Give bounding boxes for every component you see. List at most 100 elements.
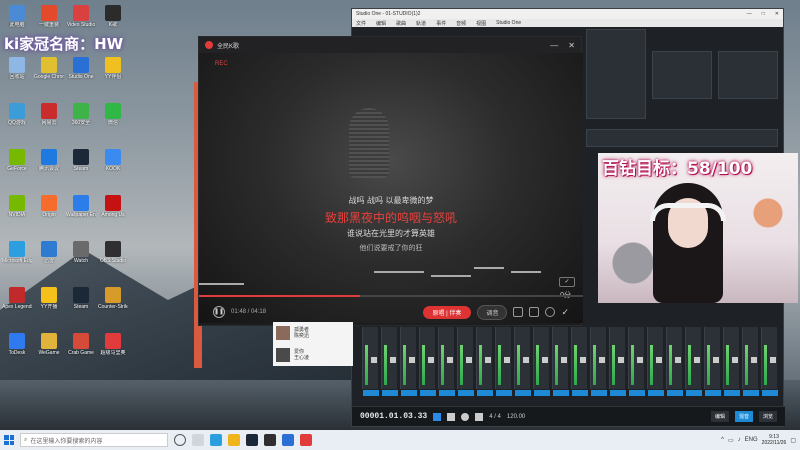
close-button[interactable]: ✕ [775, 11, 779, 17]
desktop-icon[interactable]: Google Chrome [34, 54, 64, 92]
fader-handle[interactable] [447, 357, 453, 363]
desktop-icon[interactable]: Crab Game [66, 330, 96, 368]
menu-item[interactable]: 音频 [456, 20, 466, 27]
fader-handle[interactable] [732, 357, 738, 363]
taskbar-search[interactable]: ⌕ 在这里输入你要搜索的内容 [20, 433, 168, 447]
fader-handle[interactable] [542, 357, 548, 363]
mixer-channel[interactable] [419, 327, 436, 396]
mixer-channel[interactable] [495, 327, 512, 396]
minimize-button[interactable]: — [747, 11, 752, 17]
mixer-channel[interactable] [381, 327, 398, 396]
desktop-icon[interactable]: QQ游戏 [2, 100, 32, 138]
tempo-value[interactable]: 120.00 [507, 414, 525, 420]
desktop-icon[interactable]: Steam [66, 284, 96, 322]
stop-button[interactable] [433, 412, 442, 421]
mix-fx-panel-2[interactable] [718, 51, 778, 99]
tab-mix[interactable]: 混音 [734, 411, 753, 422]
obs-icon[interactable] [264, 434, 276, 446]
desktop-icon[interactable]: 腾讯会议 [34, 146, 64, 184]
menu-item[interactable]: Studio One [496, 20, 521, 26]
tab-edit[interactable]: 编辑 [710, 411, 729, 422]
desktop-icon[interactable]: 360安全 [66, 100, 96, 138]
network-icon[interactable]: ▭ [728, 437, 734, 444]
mixer-channel[interactable] [552, 327, 569, 396]
fader-handle[interactable] [618, 357, 624, 363]
mixer-channel[interactable] [609, 327, 626, 396]
menu-item[interactable]: 轨道 [416, 20, 426, 27]
windows-start-icon[interactable] [4, 435, 14, 445]
fader-handle[interactable] [770, 357, 776, 363]
volume-icon[interactable]: ♪ [738, 437, 741, 443]
mixer-channel[interactable] [685, 327, 702, 396]
mixer-channel[interactable] [476, 327, 493, 396]
fader-handle[interactable] [504, 357, 510, 363]
menu-item[interactable]: 编辑 [376, 20, 386, 27]
mixer-channel[interactable] [362, 327, 379, 396]
fader-handle[interactable] [637, 357, 643, 363]
karaoke-titlebar[interactable]: 全民K歌 — ✕ [199, 37, 581, 53]
studio-one-icon[interactable] [282, 434, 294, 446]
steam-icon[interactable] [246, 434, 258, 446]
fader-handle[interactable] [656, 357, 662, 363]
play-button[interactable] [447, 412, 456, 421]
desktop-icon[interactable]: NVIDIA [2, 192, 32, 230]
language-indicator[interactable]: ENG [745, 437, 758, 443]
mixer-channel[interactable] [704, 327, 721, 396]
clock[interactable]: 9:13 2022/11/26 [762, 434, 787, 446]
desktop-icon[interactable]: Watch [66, 238, 96, 276]
check-icon[interactable]: ✓ [561, 307, 569, 318]
desktop-icon[interactable]: Studio One [66, 54, 96, 92]
task-view-icon[interactable] [192, 434, 204, 446]
menu-item[interactable]: 视图 [476, 20, 486, 27]
track-list-panel[interactable] [586, 29, 646, 119]
desktop-icon[interactable]: ToDesk [2, 330, 32, 368]
desktop-icon[interactable]: GeForce [2, 146, 32, 184]
desktop-icon[interactable]: Microsoft Edge [2, 238, 32, 276]
chevron-up-icon[interactable]: ^ [721, 437, 724, 443]
mixer-channel[interactable] [590, 327, 607, 396]
pause-button[interactable]: ❚❚ [213, 306, 225, 318]
song-progress-bar[interactable] [199, 295, 583, 297]
mixer-channel[interactable] [761, 327, 778, 396]
desktop-icon[interactable]: Wallpaper Engine [66, 192, 96, 230]
mixer-channel[interactable] [742, 327, 759, 396]
desktop-icon[interactable]: 超级马里奥 [98, 330, 128, 368]
menu-item[interactable]: 文件 [356, 20, 366, 27]
desktop-icon[interactable]: Steam [66, 146, 96, 184]
tab-browse[interactable]: 浏览 [758, 411, 777, 422]
desktop-icon[interactable]: 微信 [98, 100, 128, 138]
mixer-channel[interactable] [438, 327, 455, 396]
karaoke-icon[interactable] [300, 434, 312, 446]
desktop-icon[interactable]: 迅雷 [34, 238, 64, 276]
adjust-button[interactable]: 调音 [477, 304, 508, 320]
menu-item[interactable]: 歌曲 [396, 20, 406, 27]
desktop-icon[interactable]: WeGame [34, 330, 64, 368]
fader-handle[interactable] [485, 357, 491, 363]
edge-icon[interactable] [210, 434, 222, 446]
fader-handle[interactable] [523, 357, 529, 363]
list-item[interactable]: 爱你 王心凌 [273, 344, 353, 366]
close-button[interactable]: ✕ [568, 41, 575, 50]
mixer-channel[interactable] [628, 327, 645, 396]
fader-handle[interactable] [466, 357, 472, 363]
effect-icon[interactable] [513, 307, 524, 317]
menu-item[interactable]: 事件 [436, 20, 446, 27]
fader-handle[interactable] [428, 357, 434, 363]
equalizer-icon[interactable] [529, 307, 540, 317]
mixer-channel[interactable] [514, 327, 531, 396]
fader-handle[interactable] [580, 357, 586, 363]
mixer-channel[interactable] [400, 327, 417, 396]
desktop-icon[interactable]: Among Us [98, 192, 128, 230]
desktop-icon[interactable]: OBS Studio [98, 238, 128, 276]
mixer-channel[interactable] [571, 327, 588, 396]
record-button[interactable] [461, 412, 470, 421]
loop-icon[interactable] [545, 307, 556, 317]
fader-handle[interactable] [409, 357, 415, 363]
studio-titlebar[interactable]: Studio One - 01-STUDIO(1)2 — □ ✕ [352, 9, 783, 19]
fader-handle[interactable] [694, 357, 700, 363]
mix-fx-panel[interactable] [652, 51, 712, 99]
maximize-button[interactable]: □ [762, 11, 765, 17]
desktop-icon[interactable]: YY伴侣 [98, 54, 128, 92]
mixer-channel[interactable] [647, 327, 664, 396]
fader-handle[interactable] [599, 357, 605, 363]
